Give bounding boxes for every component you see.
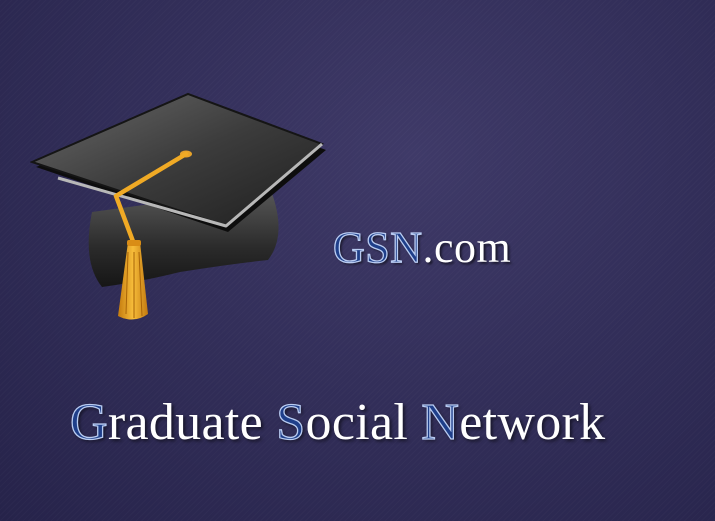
tagline-word-social: ocial — [305, 394, 409, 451]
tagline-word-network: etwork — [459, 394, 606, 451]
tagline-initial-n: N — [421, 393, 460, 451]
brand-letters: GSN — [332, 222, 423, 272]
tagline: Graduate Social Network — [69, 393, 606, 452]
tagline-initial-g: G — [69, 393, 108, 451]
brand-suffix: .com — [422, 223, 512, 272]
tagline-word-graduate: raduate — [107, 394, 263, 451]
graduation-cap-icon — [30, 92, 326, 320]
tagline-initial-s: S — [276, 393, 306, 451]
brand-title: GSN.com — [332, 222, 512, 273]
